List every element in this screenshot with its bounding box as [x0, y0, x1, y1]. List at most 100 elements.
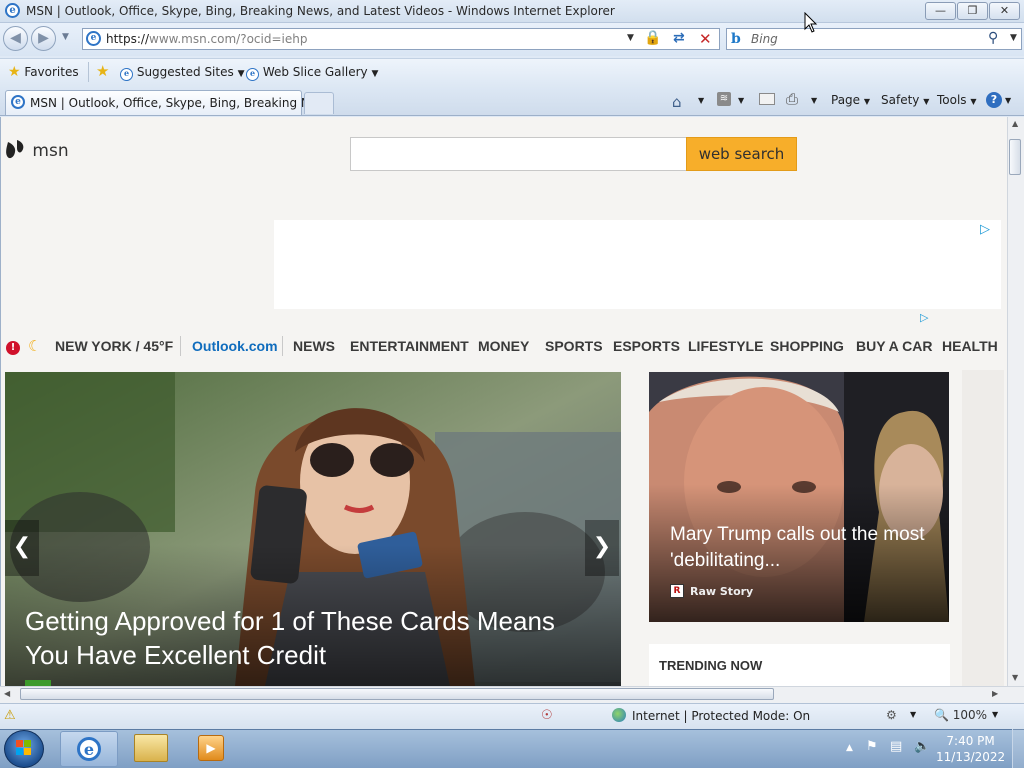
side-story-headline[interactable]: Mary Trump calls out the most 'debilitat… — [670, 522, 940, 574]
nav-esports[interactable]: ESPORTS — [613, 338, 680, 354]
action-center-flag-icon[interactable]: ⚑ — [866, 739, 878, 754]
nav-health[interactable]: HEALTH — [942, 338, 998, 354]
adchoices-icon[interactable]: ▷ — [920, 311, 928, 324]
vertical-scrollbar[interactable]: ▲ ▼ — [1007, 117, 1024, 686]
taskbar-internet-explorer[interactable]: e — [60, 731, 118, 767]
clock-date: 11/13/2022 — [936, 750, 1006, 764]
refresh-icon[interactable]: ⇄ — [673, 30, 685, 46]
start-button[interactable] — [4, 730, 44, 768]
stop-icon[interactable]: ✕ — [699, 30, 712, 48]
scroll-left-icon[interactable]: ◀ — [4, 689, 10, 698]
nav-divider — [282, 336, 283, 356]
protected-mode-icon[interactable]: ⚙ — [886, 708, 897, 722]
system-clock[interactable]: 7:40 PM 11/13/2022 — [936, 733, 1005, 765]
side-story-source[interactable]: Raw Story — [690, 585, 753, 598]
volume-icon[interactable]: 🔈 — [914, 739, 930, 754]
carousel-next-button[interactable]: ❯ — [585, 520, 619, 576]
feeds-icon[interactable]: ≋ — [717, 92, 731, 106]
address-bar[interactable]: e https://www.msn.com/?ocid=iehp ▼ 🔒 ⇄ ✕ — [82, 28, 720, 50]
zoom-control[interactable]: 🔍 100% — [934, 708, 987, 722]
print-dropdown-icon[interactable]: ▼ — [811, 96, 817, 105]
scroll-right-icon[interactable]: ▶ — [992, 689, 998, 698]
show-hidden-icons-icon[interactable]: ▲ — [846, 743, 853, 753]
safety-menu[interactable]: Safety ▼ — [881, 93, 929, 107]
zoom-dropdown-icon[interactable]: ▼ — [992, 710, 998, 719]
warning-icon[interactable]: ⚠ — [4, 708, 16, 723]
tab-favicon-icon: e — [11, 95, 25, 109]
search-icon[interactable]: ⚲ — [988, 30, 998, 46]
home-icon[interactable]: ⌂ — [672, 93, 682, 111]
scroll-up-icon[interactable]: ▲ — [1012, 119, 1018, 128]
restore-button[interactable]: ❐ — [957, 2, 988, 20]
favorites-button[interactable]: ★ Favorites — [8, 64, 79, 80]
tools-menu[interactable]: Tools ▼ — [937, 93, 977, 107]
scroll-down-icon[interactable]: ▼ — [1012, 673, 1018, 682]
security-zone-text[interactable]: Internet | Protected Mode: On — [632, 709, 810, 723]
minimize-button[interactable]: — — [925, 2, 956, 20]
new-tab-button[interactable] — [304, 92, 334, 114]
forward-button[interactable]: ▶ — [31, 26, 56, 51]
msn-search-input[interactable] — [350, 137, 687, 171]
address-dropdown-icon[interactable]: ▼ — [627, 33, 634, 43]
bing-search-box[interactable]: b Bing ⚲ ▼ — [726, 28, 1022, 50]
side-story-card[interactable]: Mary Trump calls out the most 'debilitat… — [649, 372, 949, 622]
moon-icon: ☾ — [28, 337, 42, 355]
windows-explorer-icon[interactable] — [134, 734, 168, 762]
window-title-bar: e MSN | Outlook, Office, Skype, Bing, Br… — [0, 0, 1024, 23]
web-search-button[interactable]: web search — [686, 137, 797, 171]
mouse-cursor-icon — [804, 12, 818, 33]
window-title: MSN | Outlook, Office, Skype, Bing, Brea… — [26, 4, 615, 18]
msn-butterfly-icon — [6, 140, 24, 159]
page-menu[interactable]: Page ▼ — [831, 93, 870, 107]
weather-link[interactable]: NEW YORK / 45°F — [55, 338, 173, 354]
msn-logo[interactable]: msn — [5, 138, 69, 164]
vertical-scroll-thumb[interactable] — [1009, 139, 1021, 175]
feeds-dropdown-icon[interactable]: ▼ — [738, 96, 744, 105]
home-dropdown-icon[interactable]: ▼ — [698, 96, 704, 105]
media-player-icon[interactable]: ▶ — [198, 735, 224, 761]
read-mail-icon[interactable] — [759, 93, 775, 105]
help-icon[interactable]: ? — [986, 92, 1002, 108]
right-column-strip — [962, 370, 1004, 686]
hero-carousel[interactable]: ❮ ❯ Getting Approved for 1 of These Card… — [5, 372, 621, 686]
nav-buy-a-car[interactable]: BUY A CAR — [856, 338, 933, 354]
nav-shopping[interactable]: SHOPPING — [770, 338, 844, 354]
suggested-sites-icon: e — [120, 68, 133, 81]
favorites-star-icon: ★ — [8, 64, 21, 80]
chevron-down-icon[interactable]: ▼ — [910, 710, 916, 719]
nav-lifestyle[interactable]: LIFESTYLE — [688, 338, 763, 354]
nav-outlook[interactable]: Outlook.com — [192, 338, 278, 354]
nav-sports[interactable]: SPORTS — [545, 338, 603, 354]
horizontal-scroll-thumb[interactable] — [20, 688, 774, 700]
back-button[interactable]: ◀ — [3, 26, 28, 51]
lock-icon[interactable]: 🔒 — [644, 30, 661, 48]
tab-label: MSN | Outlook, Office, Skype, Bing, Brea… — [30, 96, 329, 110]
print-icon[interactable]: ⎙ — [786, 90, 798, 108]
nav-news[interactable]: NEWS — [293, 338, 335, 354]
show-desktop-button[interactable] — [1012, 729, 1024, 768]
hero-headline[interactable]: Getting Approved for 1 of These Cards Me… — [25, 604, 605, 672]
tab-msn[interactable]: e MSN | Outlook, Office, Skype, Bing, Br… — [5, 90, 329, 115]
internet-zone-icon — [612, 708, 626, 722]
network-icon[interactable]: ▤ — [890, 739, 902, 754]
status-bar: ⚠ ☉ Internet | Protected Mode: On ⚙ ▼ 🔍 … — [0, 703, 1024, 729]
nav-entertainment[interactable]: ENTERTAINMENT — [350, 338, 469, 354]
address-url[interactable]: https://www.msn.com/?ocid=iehp — [106, 32, 307, 46]
chevron-down-icon: ▼ — [970, 97, 977, 106]
search-placeholder: Bing — [751, 32, 778, 46]
search-options-dropdown-icon[interactable]: ▼ — [1010, 33, 1017, 43]
alert-icon[interactable]: ! — [6, 341, 20, 355]
add-to-favorites-icon[interactable]: ★ — [96, 62, 109, 80]
suggested-sites-link[interactable]: e Suggested Sites ▼ — [120, 65, 244, 81]
web-slice-gallery-link[interactable]: e Web Slice Gallery ▼ — [246, 65, 378, 81]
carousel-prev-button[interactable]: ❮ — [5, 520, 39, 576]
close-window-button[interactable]: ✕ — [989, 2, 1020, 20]
help-dropdown-icon[interactable]: ▼ — [1005, 96, 1011, 105]
nav-money[interactable]: MONEY — [478, 338, 529, 354]
advertisement-banner[interactable]: ▷ — [274, 220, 1001, 309]
privacy-report-icon[interactable]: ☉ — [541, 708, 553, 723]
recent-pages-dropdown-icon[interactable]: ▼ — [62, 32, 69, 42]
favorites-divider — [88, 62, 89, 82]
page-favicon-icon: e — [86, 31, 101, 46]
adchoices-icon[interactable]: ▷ — [980, 222, 990, 237]
